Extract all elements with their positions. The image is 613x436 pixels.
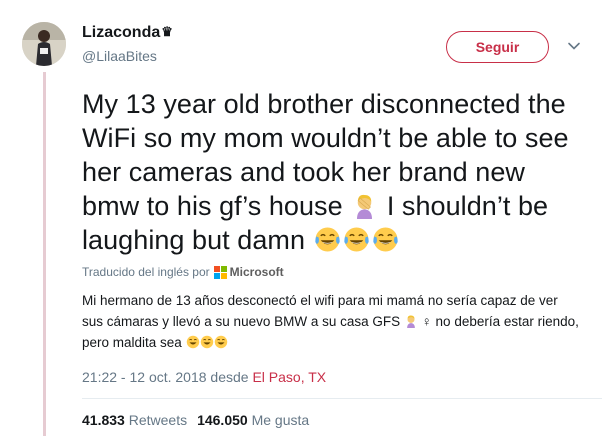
display-name[interactable]: Lizaconda♛: [82, 24, 173, 42]
tears-of-joy-emoji-icon: [343, 227, 369, 252]
likes-count: 146.050: [197, 412, 248, 428]
translation-line-part: no debería estar riendo,: [435, 314, 579, 329]
translated-text: Mi hermano de 13 años desconectó el wifi…: [82, 290, 602, 353]
likes-stat[interactable]: 146.050 Me gusta: [197, 412, 309, 428]
avatar-photo: [22, 22, 66, 66]
location-link[interactable]: El Paso, TX: [252, 369, 326, 385]
follow-button[interactable]: Seguir: [446, 31, 549, 63]
user-handle[interactable]: @LilaaBites: [82, 48, 157, 64]
tears-of-joy-emoji-icon: [314, 227, 340, 252]
tweet-line-part: bmw to his gf’s house: [82, 191, 343, 221]
retweets-label: Retweets: [128, 412, 188, 428]
thread-line: [43, 72, 46, 436]
tweet-line: her cameras and took her brand new: [82, 157, 525, 187]
retweets-stat[interactable]: 41.833 Retweets: [82, 412, 187, 428]
display-name-text[interactable]: Lizaconda: [82, 24, 160, 41]
tweet-line: WiFi so my mom wouldn’t be able to see: [82, 123, 569, 153]
chevron-down-icon[interactable]: [566, 38, 582, 54]
timestamp-text[interactable]: 21:22 - 12 oct. 2018 desde: [82, 369, 249, 385]
microsoft-logo-icon: [213, 265, 227, 279]
tweet-line: My 13 year old brother disconnected the: [82, 89, 566, 119]
translation-line-part: pero maldita sea: [82, 335, 182, 350]
tears-of-joy-emoji-icon: [200, 335, 213, 349]
translation-provider[interactable]: Microsoft: [230, 265, 284, 279]
facepalm-emoji-icon: [407, 315, 415, 328]
tweet-line-part: laughing but damn: [82, 225, 306, 255]
female-sign-icon: ♀: [421, 314, 432, 329]
translation-credit: Traducido del inglés por Microsoft: [82, 265, 284, 279]
divider: [82, 398, 602, 399]
tweet-text: My 13 year old brother disconnected the …: [82, 87, 602, 257]
avatar[interactable]: [22, 22, 66, 66]
tears-of-joy-emoji-icon: [186, 335, 199, 349]
translation-credit-text: Traducido del inglés por: [82, 265, 210, 279]
translation-line: Mi hermano de 13 años desconectó el wifi…: [82, 293, 558, 308]
engagement-stats: 41.833 Retweets 146.050 Me gusta: [82, 412, 309, 428]
retweets-count: 41.833: [82, 412, 125, 428]
facepalm-emoji-icon: [357, 194, 373, 219]
crown-icon: ♛: [161, 24, 173, 39]
translation-line: pero maldita sea: [82, 332, 602, 353]
tweet-line-part: I shouldn’t be: [386, 191, 549, 221]
likes-label: Me gusta: [251, 412, 310, 428]
tweet-line: laughing but damn: [82, 223, 602, 257]
tweet-line: bmw to his gf’s house I shouldn’t be: [82, 189, 602, 223]
tears-of-joy-emoji-icon: [214, 335, 227, 349]
tweet-timestamp: 21:22 - 12 oct. 2018 desde El Paso, TX: [82, 369, 326, 385]
translation-line: sus cámaras y llevó a su nuevo BMW a su …: [82, 311, 602, 332]
translation-line-part: sus cámaras y llevó a su nuevo BMW a su …: [82, 314, 401, 329]
tears-of-joy-emoji-icon: [372, 227, 398, 252]
